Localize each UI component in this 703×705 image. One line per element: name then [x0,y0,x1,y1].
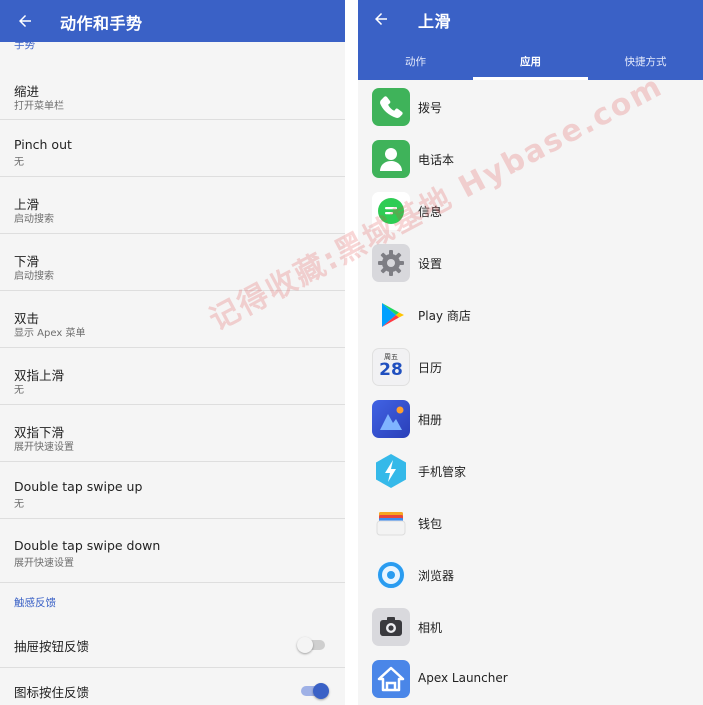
gesture-subtitle: 启动搜索 [14,271,54,282]
app-label: 浏览器 [418,569,455,583]
drawer-button-feedback-switch[interactable] [297,637,325,653]
gesture-subtitle: 展开快速设置 [14,558,74,569]
gesture-item-double-tap-swipe-down[interactable]: Double tap swipe down 展开快速设置 [0,519,345,583]
gesture-list: 缩进 打开菜单栏 Pinch out 无 上滑 启动搜索 下滑 启动搜索 双击 显示 Ap… [0,64,345,583]
phone-icon [372,88,410,126]
app-label: 手机管家 [418,465,467,479]
gesture-subtitle: 展开快速设置 [14,442,74,453]
app-item-messages[interactable]: 信息 [358,186,703,238]
switch-knob [297,637,313,653]
app-item-dialer[interactable]: 拨号 [358,82,703,134]
gesture-item-double-tap-swipe-up[interactable]: Double tap swipe up 无 [0,462,345,519]
phone-manager-icon [372,452,410,490]
gesture-subtitle: 无 [14,385,24,396]
app-bar: 上滑 [358,0,703,42]
haptic-section-header: 触感反馈 [14,597,56,609]
calendar-icon: 周五 28 [372,348,410,386]
tab-actions[interactable]: 动作 [358,42,473,80]
app-item-camera[interactable]: 相机 [358,602,703,654]
camera-icon [372,608,410,646]
gesture-item-swipe-down[interactable]: 下滑 启动搜索 [0,234,345,291]
app-label: 日历 [418,361,443,375]
app-item-wallet[interactable]: 钱包 [358,498,703,550]
gesture-item-two-finger-swipe-down[interactable]: 双指下滑 展开快速设置 [0,405,345,462]
gesture-subtitle: 打开菜单栏 [14,101,64,112]
gesture-title: Double tap swipe down [14,538,161,553]
wallet-icon [372,504,410,542]
app-item-apex-launcher[interactable]: Apex Launcher [358,654,703,705]
gestures-settings-panel: 动作和手势 手势 缩进 打开菜单栏 Pinch out 无 上滑 启动搜索 下滑 启动搜… [0,0,345,705]
swipe-up-action-panel: 上滑 动作 应用 快捷方式 拨号 电话本 信息 设置 Play 商店 周五 28… [358,0,703,705]
app-label: Play 商店 [418,309,471,323]
tab-bar: 动作 应用 快捷方式 [358,42,703,80]
toggle-row-icon-press-feedback[interactable]: 图标按住反馈 [0,668,345,705]
apex-launcher-icon [372,660,410,698]
toggle-label: 抽屉按钮反馈 [14,639,90,654]
gesture-subtitle: 无 [14,157,24,168]
toggle-label: 图标按住反馈 [14,685,90,700]
gesture-item-pinch-out[interactable]: Pinch out 无 [0,120,345,177]
back-button[interactable] [10,4,40,38]
gesture-subtitle: 启动搜索 [14,214,54,225]
calendar-date: 28 [379,360,403,380]
back-button[interactable] [366,2,396,36]
app-item-gallery[interactable]: 相册 [358,394,703,446]
gesture-item-pinch-in[interactable]: 缩进 打开菜单栏 [0,64,345,120]
app-item-browser[interactable]: 浏览器 [358,550,703,602]
page-title: 上滑 [418,12,452,31]
messages-icon [372,192,410,230]
icon-press-feedback-switch[interactable] [301,683,329,699]
app-item-phone-manager[interactable]: 手机管家 [358,446,703,498]
gesture-item-two-finger-swipe-up[interactable]: 双指上滑无 [0,348,345,405]
play-store-icon [372,296,410,334]
app-label: 拨号 [418,101,443,115]
gesture-title: Double tap swipe up [14,479,143,494]
gesture-subtitle: 无 [14,499,24,510]
app-item-contacts[interactable]: 电话本 [358,134,703,186]
back-arrow-icon [375,13,387,25]
app-label: 相册 [418,413,443,427]
contacts-icon [372,140,410,178]
tab-apps[interactable]: 应用 [473,42,588,80]
page-title: 动作和手势 [60,14,143,33]
app-item-settings[interactable]: 设置 [358,238,703,290]
app-list: 拨号 电话本 信息 设置 Play 商店 周五 28 日历 相册 手机管家 钱包… [358,80,703,705]
app-label: 相机 [418,621,443,635]
toggle-row-drawer-button-feedback[interactable]: 抽屉按钮反馈 [0,623,345,668]
gesture-subtitle: 显示 Apex 菜单 [14,328,86,339]
app-label: 信息 [418,205,443,219]
browser-icon [372,556,410,594]
gallery-icon [372,400,410,438]
app-label: 设置 [418,257,443,271]
gesture-title: Pinch out [14,137,72,152]
tab-shortcuts[interactable]: 快捷方式 [588,42,703,80]
app-label: 钱包 [418,517,443,531]
app-item-calendar[interactable]: 周五 28 日历 [358,342,703,394]
app-label: 电话本 [418,153,455,167]
app-bar: 动作和手势 [0,0,345,42]
gesture-item-double-tap[interactable]: 双击 显示 Apex 菜单 [0,291,345,348]
switch-knob [313,683,329,699]
settings-gear-icon [372,244,410,282]
back-arrow-icon [19,15,31,27]
gesture-item-swipe-up[interactable]: 上滑 启动搜索 [0,177,345,234]
app-label: Apex Launcher [418,671,508,685]
app-item-play-store[interactable]: Play 商店 [358,290,703,342]
